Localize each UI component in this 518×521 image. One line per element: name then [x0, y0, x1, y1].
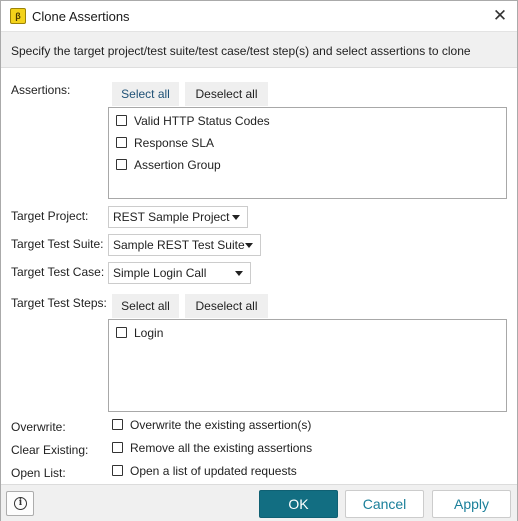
- target-test-case-value: Simple Login Call: [113, 266, 207, 280]
- soapui-logo-icon: β: [10, 8, 26, 24]
- assertions-list[interactable]: Valid HTTP Status Codes Response SLA Ass…: [108, 107, 507, 199]
- assertion-item-label: Valid HTTP Status Codes: [134, 114, 270, 128]
- target-test-suite-label: Target Test Suite:: [11, 237, 104, 251]
- chevron-down-icon: [232, 215, 240, 220]
- window-title: Clone Assertions: [32, 9, 130, 24]
- open-list-text: Open a list of updated requests: [130, 464, 297, 478]
- overwrite-label: Overwrite:: [11, 420, 66, 434]
- info-button[interactable]: i: [6, 491, 34, 516]
- overwrite-checkbox[interactable]: Overwrite the existing assertion(s): [112, 418, 311, 432]
- chevron-down-icon: [235, 271, 243, 276]
- checkbox-icon[interactable]: [116, 159, 127, 170]
- target-project-value: REST Sample Project: [113, 210, 230, 224]
- clear-existing-checkbox[interactable]: Remove all the existing assertions: [112, 441, 312, 455]
- test-steps-select-all-button[interactable]: Select all: [112, 294, 179, 318]
- info-icon: i: [14, 497, 27, 510]
- target-test-suite-select[interactable]: Sample REST Test Suite: [108, 234, 261, 256]
- assertions-select-all-button[interactable]: Select all: [112, 82, 179, 106]
- checkbox-icon[interactable]: [116, 115, 127, 126]
- ok-button[interactable]: OK: [259, 490, 338, 518]
- checkbox-icon[interactable]: [116, 137, 127, 148]
- checkbox-icon[interactable]: [112, 442, 123, 453]
- cancel-button[interactable]: Cancel: [345, 490, 424, 518]
- assertion-item-label: Assertion Group: [134, 158, 221, 172]
- clone-assertions-dialog: β Clone Assertions ✕ Specify the target …: [0, 0, 518, 521]
- close-icon[interactable]: ✕: [483, 1, 517, 31]
- list-item[interactable]: Valid HTTP Status Codes: [116, 114, 270, 130]
- assertions-label: Assertions:: [11, 83, 71, 97]
- title-bar: β Clone Assertions ✕: [1, 1, 517, 31]
- checkbox-icon[interactable]: [112, 419, 123, 430]
- target-test-steps-label: Target Test Steps:: [11, 296, 107, 310]
- checkbox-icon[interactable]: [112, 465, 123, 476]
- target-project-label: Target Project:: [11, 209, 89, 223]
- open-list-checkbox[interactable]: Open a list of updated requests: [112, 464, 297, 478]
- clear-existing-label: Clear Existing:: [11, 443, 89, 457]
- list-item[interactable]: Login: [116, 326, 163, 342]
- target-test-case-select[interactable]: Simple Login Call: [108, 262, 251, 284]
- test-steps-deselect-all-button[interactable]: Deselect all: [185, 294, 268, 318]
- open-list-label: Open List:: [11, 466, 66, 480]
- description-bar: Specify the target project/test suite/te…: [1, 31, 517, 68]
- checkbox-icon[interactable]: [116, 327, 127, 338]
- test-steps-list[interactable]: Login: [108, 319, 507, 412]
- assertions-deselect-all-button[interactable]: Deselect all: [185, 82, 268, 106]
- list-item[interactable]: Assertion Group: [116, 158, 221, 174]
- overwrite-text: Overwrite the existing assertion(s): [130, 418, 312, 432]
- list-item[interactable]: Response SLA: [116, 136, 214, 152]
- target-project-select[interactable]: REST Sample Project: [108, 206, 248, 228]
- apply-button[interactable]: Apply: [432, 490, 511, 518]
- target-test-case-label: Target Test Case:: [11, 265, 105, 279]
- description-text: Specify the target project/test suite/te…: [11, 44, 471, 58]
- chevron-down-icon: [245, 243, 253, 248]
- dialog-footer: i OK Cancel Apply: [1, 484, 517, 521]
- clear-existing-text: Remove all the existing assertions: [130, 441, 313, 455]
- target-test-suite-value: Sample REST Test Suite: [113, 238, 245, 252]
- test-step-item-label: Login: [134, 326, 164, 340]
- assertion-item-label: Response SLA: [134, 136, 215, 150]
